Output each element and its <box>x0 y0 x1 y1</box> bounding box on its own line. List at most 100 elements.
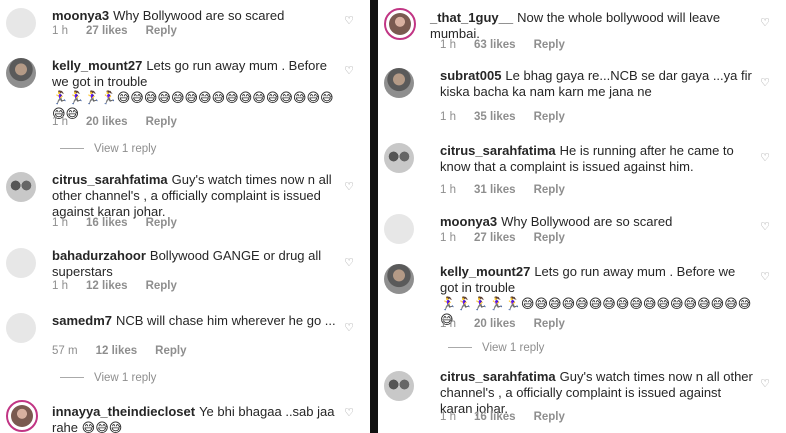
right-comments-panel: _that_1guy__ Now the whole bollywood will… <box>378 0 786 433</box>
avatar[interactable] <box>384 68 414 98</box>
comment-body: moonya3 Why Bollywood are so scared <box>52 8 338 24</box>
avatar[interactable] <box>6 58 36 88</box>
comment-body: kelly_mount27 Lets go run away mum . Befo… <box>52 58 338 122</box>
comment-username[interactable]: bahadurzahoor <box>52 248 146 263</box>
reply-link[interactable]: Reply <box>146 217 177 229</box>
comment-username[interactable]: citrus_sarahfatima <box>52 172 168 187</box>
comment-text: Why Bollywood are so scared <box>113 8 285 23</box>
comment-time: 1 h <box>440 39 456 51</box>
reply-link[interactable]: Reply <box>146 116 177 128</box>
comment-meta: 1 h 16 likes Reply <box>440 411 583 423</box>
comment-username[interactable]: kelly_mount27 <box>440 264 530 279</box>
comment-username[interactable]: innayya_theindiecloset <box>52 404 195 419</box>
comment-time: 1 h <box>52 280 68 292</box>
comment-username[interactable]: citrus_sarahfatima <box>440 143 556 158</box>
reply-link[interactable]: Reply <box>534 318 565 330</box>
heart-outline-icon[interactable]: ♡ <box>760 18 770 29</box>
comment-meta: 1 h 35 likes Reply <box>440 111 583 123</box>
reply-link[interactable]: Reply <box>534 232 565 244</box>
comment-likes[interactable]: 16 likes <box>474 411 516 423</box>
comment-meta: 1 h 31 likes Reply <box>440 184 583 196</box>
comment-body: citrus_sarahfatima Guy's watch times now … <box>52 172 338 220</box>
comment-body: moonya3 Why Bollywood are so scared <box>440 214 754 230</box>
comment-username[interactable]: samedm7 <box>52 313 112 328</box>
view-replies-label: View 1 reply <box>482 342 545 354</box>
view-replies-label: View 1 reply <box>94 372 157 384</box>
comment-body: citrus_sarahfatima Guy's watch times now … <box>440 369 754 417</box>
comment-text: NCB will chase him wherever he go ... <box>115 313 336 328</box>
comment-username[interactable]: kelly_mount27 <box>52 58 142 73</box>
comment-likes[interactable]: 31 likes <box>474 184 516 196</box>
comment-time: 1 h <box>440 232 456 244</box>
avatar[interactable] <box>6 400 38 432</box>
heart-outline-icon[interactable]: ♡ <box>344 16 354 27</box>
heart-outline-icon[interactable]: ♡ <box>760 222 770 233</box>
comment-text: Why Bollywood are so scared <box>501 214 673 229</box>
heart-outline-icon[interactable]: ♡ <box>344 258 354 269</box>
comment-meta: 1 h 27 likes Reply <box>52 25 195 37</box>
avatar[interactable] <box>384 214 414 244</box>
comment-time: 57 m <box>52 345 78 357</box>
comment-meta: 1 h 20 likes Reply <box>52 116 195 128</box>
heart-outline-icon[interactable]: ♡ <box>760 379 770 390</box>
comment-likes[interactable]: 63 likes <box>474 39 516 51</box>
comment-time: 1 h <box>440 318 456 330</box>
avatar[interactable] <box>384 143 414 173</box>
comment-likes[interactable]: 12 likes <box>96 345 138 357</box>
comment-likes[interactable]: 20 likes <box>474 318 516 330</box>
comment-time: 1 h <box>440 411 456 423</box>
heart-outline-icon[interactable]: ♡ <box>760 78 770 89</box>
view-replies-link[interactable]: View 1 reply <box>60 143 156 155</box>
reply-link[interactable]: Reply <box>146 25 177 37</box>
comment-likes[interactable]: 12 likes <box>86 280 128 292</box>
view-replies-label: View 1 reply <box>94 143 157 155</box>
comment-username[interactable]: _that_1guy__ <box>430 10 513 25</box>
comment-time: 1 h <box>440 111 456 123</box>
comment-time: 1 h <box>52 116 68 128</box>
reply-link[interactable]: Reply <box>534 411 565 423</box>
comment-body: bahadurzahoor Bollywood GANGE or drug all… <box>52 248 338 280</box>
heart-outline-icon[interactable]: ♡ <box>344 408 354 419</box>
comment-emojis: 😅😅😅 <box>81 420 123 433</box>
reply-line <box>60 148 84 150</box>
comment-meta: 1 h 16 likes Reply <box>52 217 195 229</box>
comment-likes[interactable]: 27 likes <box>86 25 128 37</box>
comment-likes[interactable]: 16 likes <box>86 217 128 229</box>
reply-link[interactable]: Reply <box>534 184 565 196</box>
avatar[interactable] <box>384 264 414 294</box>
comment-meta: 1 h 63 likes Reply <box>440 39 583 51</box>
heart-outline-icon[interactable]: ♡ <box>344 323 354 334</box>
avatar[interactable] <box>6 8 36 38</box>
comment-body: _that_1guy__ Now the whole bollywood will… <box>430 10 754 42</box>
comment-body: samedm7 NCB will chase him wherever he go… <box>52 313 338 329</box>
view-replies-link[interactable]: View 1 reply <box>60 372 156 384</box>
comment-likes[interactable]: 27 likes <box>474 232 516 244</box>
heart-outline-icon[interactable]: ♡ <box>760 272 770 283</box>
comment-meta: 1 h 20 likes Reply <box>440 318 583 330</box>
avatar[interactable] <box>6 313 36 343</box>
comment-time: 1 h <box>52 25 68 37</box>
comment-meta: 57 m 12 likes Reply <box>52 345 204 357</box>
comment-likes[interactable]: 20 likes <box>86 116 128 128</box>
avatar[interactable] <box>384 8 416 40</box>
heart-outline-icon[interactable]: ♡ <box>760 153 770 164</box>
reply-link[interactable]: Reply <box>534 111 565 123</box>
reply-link[interactable]: Reply <box>155 345 186 357</box>
heart-outline-icon[interactable]: ♡ <box>344 182 354 193</box>
comment-meta: 1 h 27 likes Reply <box>440 232 583 244</box>
comment-username[interactable]: moonya3 <box>440 214 497 229</box>
comment-body: citrus_sarahfatima He is running after he… <box>440 143 754 175</box>
reply-line <box>448 347 472 349</box>
comment-username[interactable]: moonya3 <box>52 8 109 23</box>
comment-time: 1 h <box>52 217 68 229</box>
view-replies-link[interactable]: View 1 reply <box>448 342 544 354</box>
comment-likes[interactable]: 35 likes <box>474 111 516 123</box>
reply-link[interactable]: Reply <box>534 39 565 51</box>
avatar[interactable] <box>6 248 36 278</box>
avatar[interactable] <box>384 371 414 401</box>
reply-link[interactable]: Reply <box>146 280 177 292</box>
avatar[interactable] <box>6 172 36 202</box>
comment-username[interactable]: citrus_sarahfatima <box>440 369 556 384</box>
heart-outline-icon[interactable]: ♡ <box>344 66 354 77</box>
comment-username[interactable]: subrat005 <box>440 68 501 83</box>
